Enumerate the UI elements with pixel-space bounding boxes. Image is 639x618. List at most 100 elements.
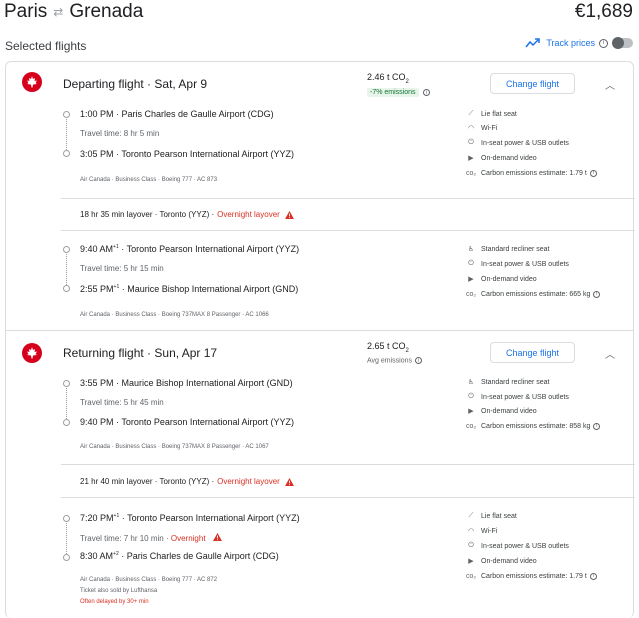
arrival-stop: 2:55 PM+1 · Maurice Bishop International… <box>80 284 299 294</box>
co2-total: 2.65 t CO2 <box>367 341 409 354</box>
amenity: ◠ Wi-Fi <box>467 124 498 133</box>
timeline-line <box>66 388 67 419</box>
co2-icon: co₂ <box>465 572 477 580</box>
emissions-info-icon[interactable]: i <box>415 357 423 364</box>
destination-city: Grenada <box>69 1 144 22</box>
timeline-line <box>66 254 67 285</box>
emissions-badge: -7% emissions <box>367 88 419 97</box>
amenity: ▶ On-demand video <box>468 275 537 284</box>
timeline-dot <box>63 285 70 292</box>
emissions-info-icon[interactable]: i <box>423 89 430 96</box>
info-icon[interactable]: i <box>593 422 601 430</box>
amenity: ◠ Wi-Fi <box>467 527 498 536</box>
layover-info: 21 hr 40 min layover · Toronto (YYZ) · Ov… <box>80 477 294 486</box>
total-price: €1,689 <box>574 1 633 22</box>
info-icon[interactable]: i <box>599 38 608 48</box>
video-icon: ▶ <box>468 276 474 283</box>
timeline-dot <box>63 380 70 387</box>
amenity: co₂ Carbon emissions estimate: 1.79 ti <box>465 572 597 580</box>
info-icon[interactable]: i <box>593 290 601 298</box>
amenity: co₂ Carbon emissions estimate: 858 kg i <box>465 422 601 430</box>
travel-time: Travel time: 8 hr 5 min <box>80 129 160 138</box>
divider <box>61 198 635 199</box>
selected-flights-label: Selected flights <box>5 39 87 53</box>
flight-meta: Air Canada · Business Class · Boeing 777… <box>80 177 218 183</box>
video-icon: ▶ <box>468 558 474 565</box>
divider <box>61 464 635 465</box>
video-icon: ▶ <box>468 155 474 162</box>
timeline-dot <box>63 554 70 561</box>
swap-arrows-icon: ⇄ <box>53 5 64 19</box>
warning-icon <box>284 210 294 219</box>
air-canada-logo-icon <box>22 72 42 92</box>
amenity: co₂ Carbon emissions estimate: 665 kg i <box>465 290 601 298</box>
travel-time: Travel time: 5 hr 45 min <box>80 398 164 407</box>
amenity: co₂ Carbon emissions estimate: 1.79 ti <box>465 169 597 177</box>
track-prices[interactable]: Track prices i <box>525 37 633 49</box>
track-prices-toggle[interactable] <box>612 37 633 49</box>
co2-total: 2.46 t CO2 <box>367 72 409 85</box>
delay-warning: Often delayed by 30+ min <box>80 599 149 605</box>
departure-stop: 7:20 PM+1 · Toronto Pearson Internationa… <box>80 513 300 523</box>
track-prices-label: Track prices <box>546 38 595 48</box>
power-icon: ⏻ <box>468 542 474 549</box>
amenity: ▶ On-demand video <box>468 154 537 163</box>
origin-city: Paris <box>4 1 48 22</box>
leg-title: Returning flight · Sun, Apr 17 <box>63 346 218 360</box>
collapse-chevron-icon[interactable]: ︿ <box>605 346 615 361</box>
info-icon[interactable]: i <box>589 572 597 580</box>
leg-title: Departing flight · Sat, Apr 9 <box>63 77 208 91</box>
wifi-icon: ◠ <box>467 125 475 132</box>
info-icon[interactable]: i <box>589 169 597 177</box>
video-icon: ▶ <box>468 408 474 415</box>
wifi-icon: ◠ <box>467 528 475 535</box>
travel-time: Travel time: 7 hr 10 min · Overnight <box>80 533 222 543</box>
timeline-dot <box>63 515 70 522</box>
travel-time: Travel time: 5 hr 15 min <box>80 264 164 273</box>
co2-icon: co₂ <box>465 169 477 177</box>
recliner-icon: ♿ <box>467 246 475 253</box>
timeline-dot <box>63 150 70 157</box>
arrival-stop: 8:30 AM+2 · Paris Charles de Gaulle Airp… <box>80 551 279 561</box>
layover-info: 18 hr 35 min layover · Toronto (YYZ) · Ov… <box>80 210 294 219</box>
departure-stop: 3:55 PM · Maurice Bishop International A… <box>80 378 293 388</box>
timeline-dot <box>63 111 70 118</box>
trip-header: Paris ⇄ Grenada €1,689 <box>0 0 639 28</box>
ticket-also-sold-by: Ticket also sold by Lufthansa <box>80 588 158 594</box>
arrival-stop: 3:05 PM · Toronto Pearson International … <box>80 149 294 159</box>
amenity: ⟋ Lie flat seat <box>468 512 517 520</box>
warning-icon <box>284 477 294 486</box>
power-icon: ⏻ <box>468 139 474 146</box>
timeline-dot <box>63 246 70 253</box>
divider <box>61 230 635 231</box>
divider <box>61 497 635 498</box>
amenity: ⏻ In-seat power & USB outlets <box>468 542 569 550</box>
emissions-note: Avg emissions i <box>367 357 423 364</box>
co2-icon: co₂ <box>465 290 477 298</box>
flight-meta: Air Canada · Business Class · Boeing 777… <box>80 577 218 583</box>
amenity: ⏻ In-seat power & USB outlets <box>468 260 569 268</box>
amenity: ⟋ Lie flat seat <box>468 110 517 118</box>
recliner-icon: ♿ <box>467 379 475 386</box>
power-icon: ⏻ <box>468 260 474 267</box>
amenity: ▶ On-demand video <box>468 557 537 566</box>
co2-icon: co₂ <box>465 422 477 430</box>
departure-stop: 9:40 AM+1 · Toronto Pearson Internationa… <box>80 244 300 254</box>
arrival-stop: 9:40 PM · Toronto Pearson International … <box>80 417 294 427</box>
timeline-line <box>66 523 67 554</box>
air-canada-logo-icon <box>22 343 42 363</box>
collapse-chevron-icon[interactable]: ︿ <box>605 77 615 92</box>
trend-icon <box>525 38 541 48</box>
amenity: ♿ Standard recliner seat <box>467 245 550 254</box>
amenity: ♿ Standard recliner seat <box>467 378 550 387</box>
departing-flight-card: Departing flight · Sat, Apr 9 2.46 t CO2… <box>5 61 635 331</box>
change-flight-button[interactable]: Change flight <box>490 342 575 363</box>
timeline-dot <box>63 419 70 426</box>
returning-flight-card: Returning flight · Sun, Apr 17 2.65 t CO… <box>5 330 635 618</box>
departure-stop: 1:00 PM · Paris Charles de Gaulle Airpor… <box>80 109 274 119</box>
seat-icon: ⟋ <box>468 110 474 117</box>
warning-icon <box>212 533 222 541</box>
flight-meta: Air Canada · Business Class · Boeing 737… <box>80 312 269 318</box>
change-flight-button[interactable]: Change flight <box>490 73 575 94</box>
flight-meta: Air Canada · Business Class · Boeing 737… <box>80 444 269 450</box>
